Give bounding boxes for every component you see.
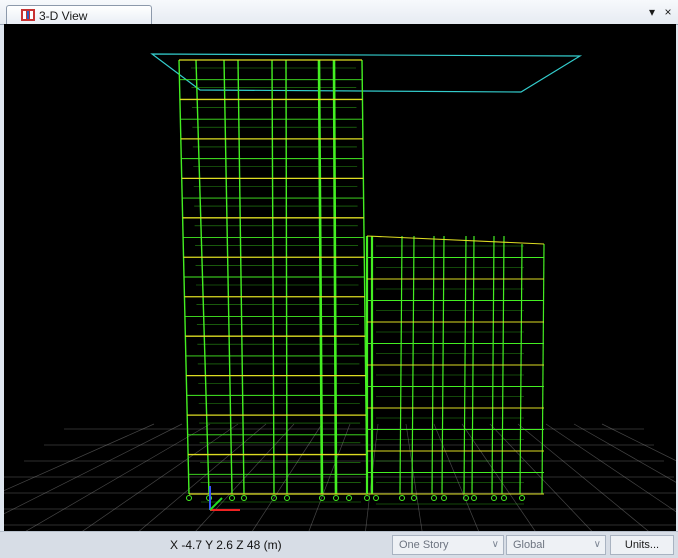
base-support: [471, 495, 477, 501]
3d-model-viewport[interactable]: [4, 24, 676, 531]
block-floor-beam: [366, 235, 545, 245]
base-support: [241, 495, 247, 501]
coord-system-value: Global: [513, 539, 545, 551]
base-support: [373, 495, 379, 501]
ground-grid-line: [82, 423, 239, 531]
ground-grid-line: [25, 423, 211, 531]
ground-grid-line: [4, 423, 183, 515]
ground-grid-line: [433, 423, 479, 531]
base-support: [186, 495, 192, 501]
close-icon[interactable]: ×: [662, 6, 674, 18]
base-support: [364, 495, 370, 501]
tab-title: 3-D View: [39, 9, 88, 23]
structure-model: [4, 53, 676, 531]
ground-grid-line: [195, 423, 295, 531]
story-select-value: One Story: [399, 539, 449, 551]
tab-bar: 3-D View ▾ ×: [0, 0, 678, 25]
ground-grid: [4, 423, 676, 531]
ground-grid-line: [601, 423, 676, 462]
base-support: [501, 495, 507, 501]
chevron-down-icon: ∨: [491, 539, 499, 550]
coord-system-select[interactable]: Global ∨: [506, 535, 606, 555]
base-support: [399, 495, 405, 501]
base-support: [463, 495, 469, 501]
tab-3d-view[interactable]: 3-D View: [6, 5, 152, 24]
status-bar: X -4.7 Y 2.6 Z 48 (m) One Story ∨ Global…: [0, 531, 678, 558]
etabs-window: 3-D View ▾ × X -4.7 Y 2.6 Z 48 (m) One S…: [0, 0, 678, 558]
3d-view-icon: [21, 9, 35, 21]
ground-grid-line: [308, 423, 351, 531]
cursor-coordinates: X -4.7 Y 2.6 Z 48 (m): [170, 538, 282, 552]
ground-grid-line: [489, 423, 593, 531]
story-select[interactable]: One Story ∨: [392, 535, 504, 555]
base-support: [431, 495, 437, 501]
ground-grid-line: [4, 423, 155, 492]
ground-grid-line: [517, 423, 649, 531]
base-support: [284, 495, 290, 501]
base-support: [411, 495, 417, 501]
chevron-down-icon: ∨: [593, 539, 601, 550]
base-support: [229, 495, 235, 501]
ground-grid-line: [252, 423, 323, 531]
block-column: [541, 243, 545, 495]
global-axes-icon: [209, 486, 240, 511]
ground-grid-line: [545, 423, 676, 513]
base-support: [441, 495, 447, 501]
base-support: [491, 495, 497, 501]
base-support: [333, 495, 339, 501]
low-block-frame: [365, 235, 545, 505]
base-support: [519, 495, 525, 501]
tab-menu-dropdown-icon[interactable]: ▾: [646, 6, 658, 18]
ground-grid-line: [405, 423, 423, 531]
units-button[interactable]: Units...: [610, 535, 674, 555]
base-support: [346, 495, 352, 501]
base-supports: [186, 495, 525, 501]
tall-tower-frame: [178, 59, 368, 503]
